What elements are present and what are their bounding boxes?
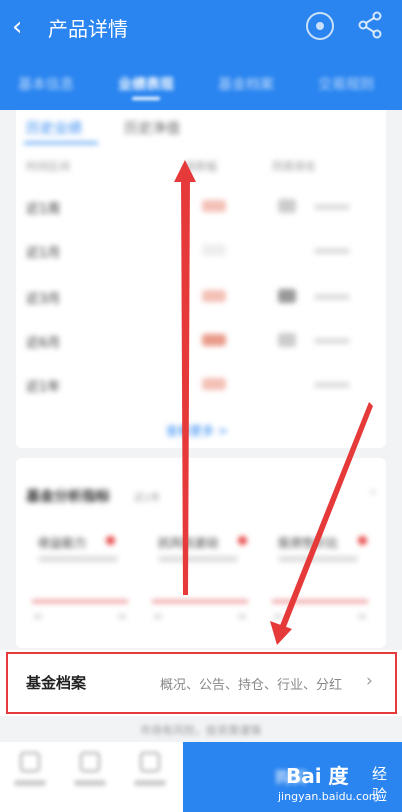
metric-subtitle bbox=[158, 556, 238, 562]
share-icon[interactable] bbox=[356, 10, 384, 40]
metric-tick bbox=[274, 614, 282, 619]
row-rank-bar bbox=[314, 294, 350, 300]
row-label-1y: 近1年 bbox=[26, 380, 61, 395]
tab-bar: 基本信息 业绩表现 基金档案 交易规则 bbox=[0, 66, 402, 106]
tab-basic-info[interactable]: 基本信息 bbox=[18, 74, 74, 94]
auto-invest-button[interactable]: 定投 bbox=[70, 752, 110, 802]
row-label-1m: 近1月 bbox=[26, 246, 61, 261]
metric-status-dot bbox=[358, 536, 367, 545]
row-label-1w: 近1周 bbox=[26, 202, 61, 217]
watermark-url: jingyan.baidu.com bbox=[278, 790, 380, 803]
metric-card[interactable]: 抗风险波动 bbox=[146, 526, 256, 626]
headset-icon bbox=[140, 752, 160, 772]
metric-tick bbox=[154, 614, 162, 619]
watermark-brand: Bai 度 bbox=[286, 764, 349, 788]
row-label-6m: 近6月 bbox=[26, 336, 61, 351]
app-header: ‹ 产品详情 基本信息 业绩表现 基金档案 交易规则 bbox=[0, 0, 402, 110]
row-rank-bar bbox=[314, 382, 350, 388]
metric-tick bbox=[34, 614, 42, 619]
page-title: 产品详情 bbox=[48, 17, 128, 41]
row-label-3m: 近3月 bbox=[26, 292, 61, 307]
tab-fund-archive[interactable]: 基金档案 bbox=[218, 74, 274, 94]
highlight-frame bbox=[6, 652, 397, 714]
metric-subtitle bbox=[278, 556, 358, 562]
calendar-icon bbox=[80, 752, 100, 772]
row-rank bbox=[278, 199, 296, 213]
risk-notice: 市场有风险，投资需谨慎 bbox=[0, 718, 402, 742]
row-value bbox=[202, 200, 226, 212]
baidu-jingyan-watermark: Bai 度 经验 jingyan.baidu.com bbox=[276, 760, 398, 808]
record-icon[interactable] bbox=[306, 12, 334, 40]
row-value bbox=[202, 244, 226, 256]
metric-title: 收益能力 bbox=[38, 536, 87, 550]
analysis-period-badge: 近1年 bbox=[134, 493, 161, 504]
metric-status-dot bbox=[238, 536, 247, 545]
metric-tick bbox=[358, 614, 366, 619]
bottom-item-label: 自选 bbox=[14, 780, 46, 786]
column-header-change: 涨跌幅 bbox=[184, 160, 217, 173]
row-rank-bar bbox=[314, 204, 350, 210]
row-rank-bar bbox=[314, 338, 350, 344]
metric-tick bbox=[238, 614, 246, 619]
row-value bbox=[202, 290, 226, 302]
metric-line bbox=[152, 600, 248, 603]
row-rank bbox=[278, 333, 296, 347]
metric-card[interactable]: 收益能力 bbox=[26, 526, 136, 626]
subtab-indicator bbox=[24, 142, 98, 144]
favorite-button[interactable]: 自选 bbox=[10, 752, 50, 802]
metric-subtitle bbox=[38, 556, 118, 562]
row-rank bbox=[278, 289, 296, 303]
metric-title: 投资性价比 bbox=[278, 536, 339, 550]
bottom-item-label: 客服 bbox=[134, 780, 166, 786]
view-more-link[interactable]: 查看更多 > bbox=[166, 422, 228, 439]
analysis-card: 基金分析指标 近1年 › 收益能力 抗风险波动 投资性价比 bbox=[16, 458, 386, 648]
analysis-title: 基金分析指标 bbox=[26, 489, 110, 505]
performance-card: 历史业绩 历史净值 时间区间 涨跌幅 同类排名 近1周 近1月 近3月 近6月 … bbox=[16, 110, 386, 448]
star-icon bbox=[20, 752, 40, 772]
metric-title: 抗风险波动 bbox=[158, 536, 219, 550]
column-header-period: 时间区间 bbox=[26, 160, 70, 173]
metric-card[interactable]: 投资性价比 bbox=[266, 526, 376, 626]
tab-performance[interactable]: 业绩表现 bbox=[118, 74, 174, 94]
chevron-right-icon[interactable]: › bbox=[370, 484, 376, 500]
metric-line bbox=[32, 600, 128, 603]
column-header-rank: 同类排名 bbox=[272, 160, 316, 173]
tab-trade-rules[interactable]: 交易规则 bbox=[318, 74, 374, 94]
subtab-history-performance[interactable]: 历史业绩 bbox=[26, 118, 82, 138]
back-icon[interactable]: ‹ bbox=[12, 12, 22, 42]
row-value bbox=[202, 334, 226, 346]
row-rank-bar bbox=[314, 248, 350, 254]
bottom-item-label: 定投 bbox=[74, 780, 106, 786]
subtab-history-nav[interactable]: 历史净值 bbox=[124, 118, 180, 138]
row-value bbox=[202, 378, 226, 390]
active-tab-indicator bbox=[132, 97, 160, 100]
metric-status-dot bbox=[106, 536, 115, 545]
risk-notice-text: 市场有风险，投资需谨慎 bbox=[140, 724, 261, 737]
metric-line bbox=[272, 600, 368, 603]
service-button[interactable]: 客服 bbox=[130, 752, 170, 802]
metric-tick bbox=[118, 614, 126, 619]
